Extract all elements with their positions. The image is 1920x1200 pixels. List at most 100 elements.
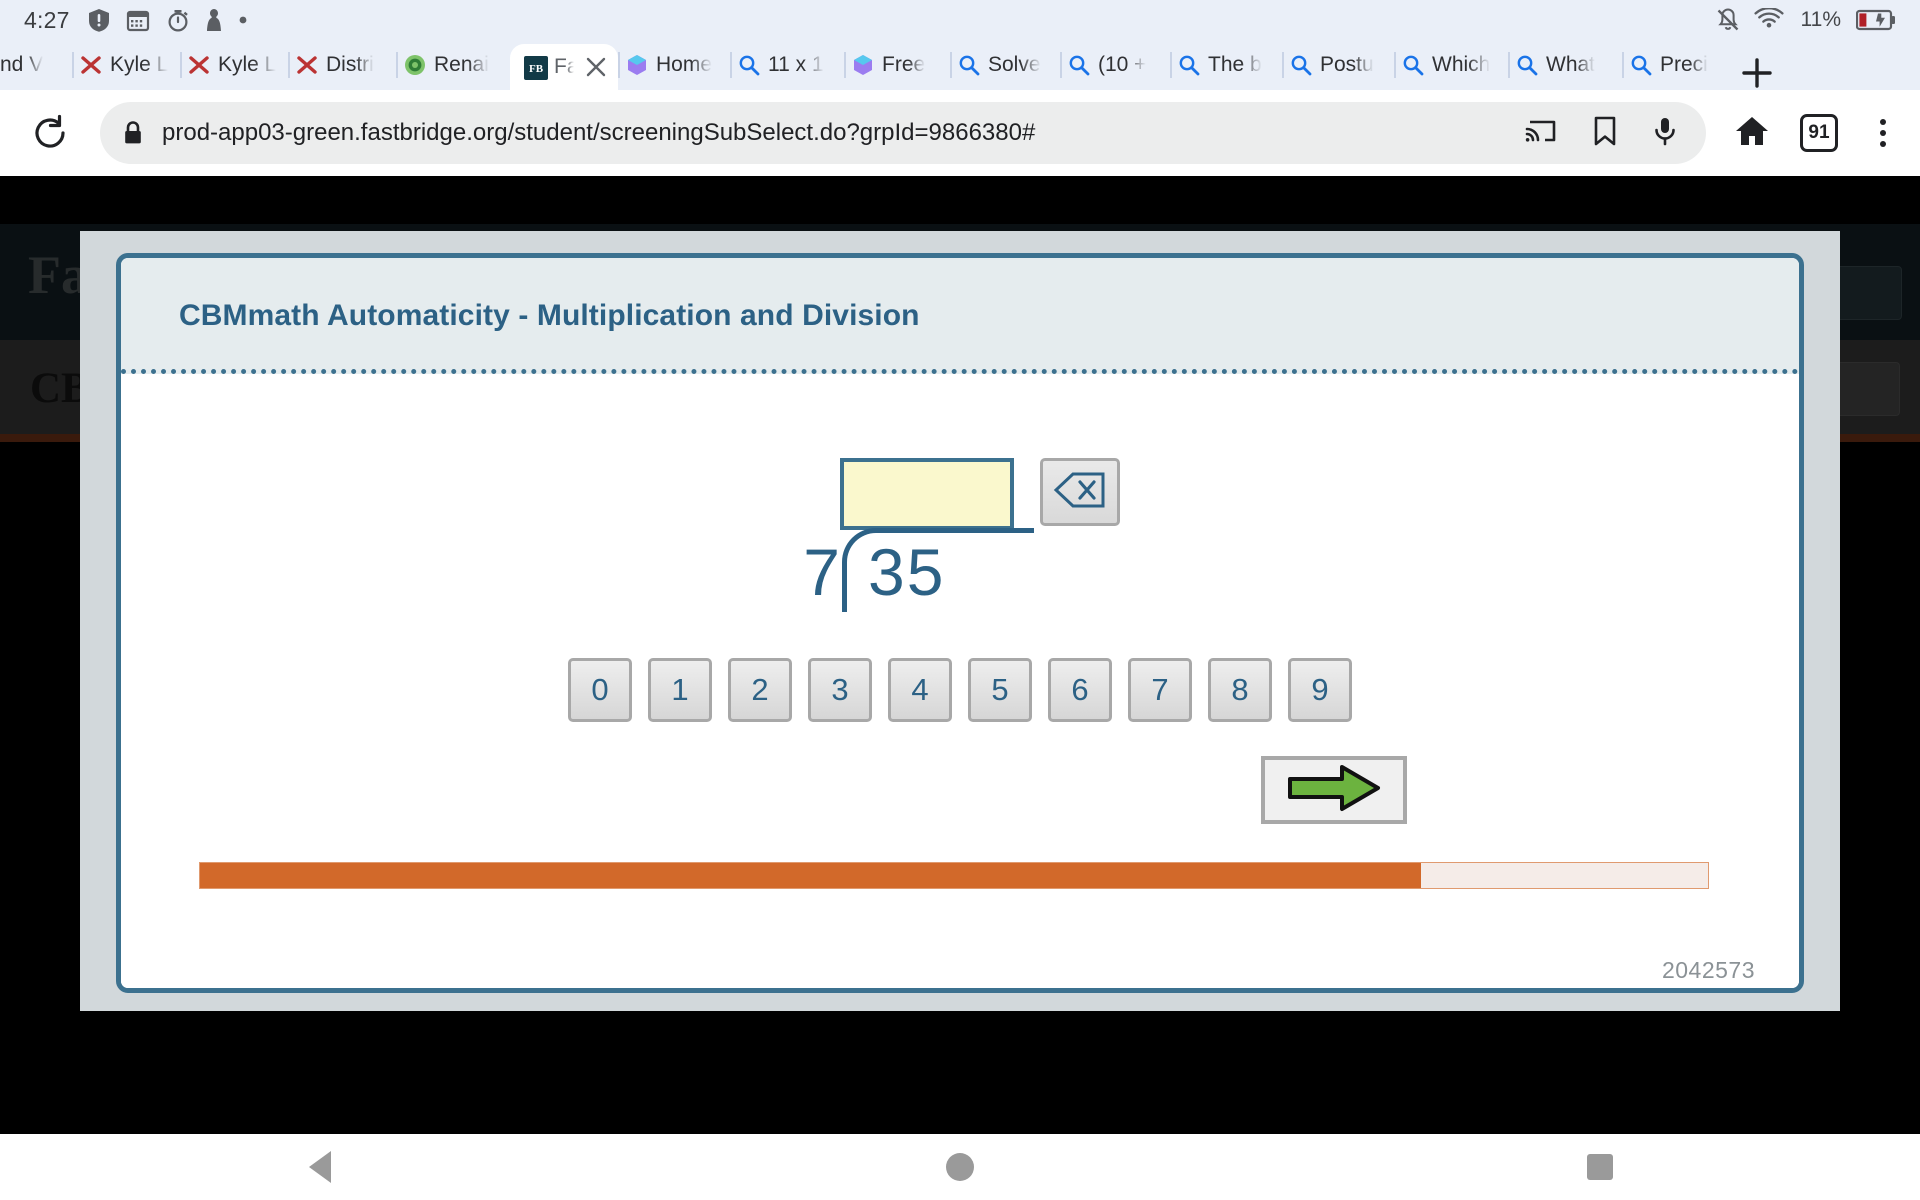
copilot-icon	[852, 54, 874, 76]
microphone-icon[interactable]	[1652, 115, 1678, 152]
key-1[interactable]: 1	[648, 658, 712, 722]
green-right-arrow-icon	[1286, 763, 1382, 818]
backspace-button[interactable]	[1040, 458, 1120, 526]
recents-nav-icon[interactable]	[1280, 1154, 1920, 1180]
tab-item-fastbridge-active[interactable]: FB Fa	[510, 44, 618, 90]
toolbar-actions: 91	[1734, 114, 1898, 153]
tab-item-postu[interactable]: Postu	[1284, 40, 1394, 90]
key-6[interactable]: 6	[1048, 658, 1112, 722]
battery-charging-icon	[1855, 9, 1896, 31]
search-icon	[1290, 54, 1312, 76]
answer-row	[800, 458, 1120, 530]
tab-label: (10 +	[1098, 53, 1147, 76]
tab-item-district[interactable]: Distri	[290, 40, 396, 90]
svg-text:FB: FB	[529, 63, 544, 75]
tab-switcher[interactable]: 91	[1800, 114, 1838, 152]
key-5[interactable]: 5	[968, 658, 1032, 722]
modal-body: 7 35 0 1 2 3 4 5 6 7 8 9 2042573	[121, 374, 1799, 988]
battery-percent-label: 11%	[1800, 8, 1841, 31]
tab-item-which[interactable]: Which	[1396, 40, 1508, 90]
backspace-icon	[1053, 471, 1107, 514]
tab-item-what[interactable]: What	[1510, 40, 1622, 90]
close-icon[interactable]	[584, 55, 608, 79]
x-logo-icon	[188, 54, 210, 76]
key-4[interactable]: 4	[888, 658, 952, 722]
tab-label: Free	[882, 53, 926, 76]
browser-tab-strip[interactable]: nd V Kyle L Kyle L Distri Renai FB Fa Ho…	[0, 40, 1920, 90]
key-2[interactable]: 2	[728, 658, 792, 722]
android-nav-bar[interactable]	[0, 1134, 1920, 1200]
tab-item-kyle-1[interactable]: Kyle L	[74, 40, 180, 90]
next-button[interactable]	[1261, 756, 1407, 824]
tab-label: Fa	[554, 55, 574, 78]
dividend-value: 35	[868, 535, 946, 609]
tab-label: Solve	[988, 53, 1041, 76]
renaissance-icon	[404, 54, 426, 76]
cast-icon[interactable]	[1524, 116, 1558, 151]
omnibox-actions	[1524, 115, 1688, 152]
tab-item-free[interactable]: Free	[846, 40, 950, 90]
x-logo-icon	[80, 54, 102, 76]
tab-item-preci[interactable]: Preci	[1624, 40, 1730, 90]
tab-label: What	[1546, 53, 1596, 76]
key-8[interactable]: 8	[1208, 658, 1272, 722]
new-tab-button[interactable]	[1730, 56, 1784, 90]
divisor-value: 7	[803, 535, 840, 609]
wifi-icon	[1753, 7, 1784, 32]
key-0[interactable]: 0	[568, 658, 632, 722]
address-bar[interactable]: prod-app03-green.fastbridge.org/student/…	[100, 102, 1706, 164]
progress-bar	[199, 862, 1709, 889]
tab-item-11x1[interactable]: 11 x 1	[732, 40, 844, 90]
tab-item-10plus[interactable]: (10 +	[1062, 40, 1170, 90]
search-icon	[1516, 54, 1538, 76]
site-logo-dimmed: Fa	[28, 245, 88, 305]
answer-input[interactable]	[840, 458, 1015, 530]
long-division-problem: 7 35	[800, 458, 1120, 628]
modal-header: CBMmath Automaticity - Multiplication an…	[121, 258, 1799, 374]
key-3[interactable]: 3	[808, 658, 872, 722]
record-id: 2042573	[1661, 957, 1755, 983]
page-title: CBMmath Automaticity - Multiplication an…	[179, 299, 920, 332]
division-figure: 7 35	[800, 528, 1120, 628]
search-icon	[1402, 54, 1424, 76]
home-nav-icon[interactable]	[640, 1153, 1280, 1181]
screen-root: 4:27 11% nd V Kyle L Kyle L Distri Renai…	[0, 0, 1920, 1200]
search-icon	[958, 54, 980, 76]
tab-item-theb[interactable]: The b	[1172, 40, 1282, 90]
progress-fill	[200, 863, 1422, 888]
tab-label: nd V	[0, 53, 44, 76]
tab-item-home[interactable]: Home	[620, 40, 730, 90]
problem-area: 7 35	[121, 458, 1799, 628]
android-status-bar: 4:27 11%	[0, 0, 1920, 40]
search-icon	[738, 54, 760, 76]
person-icon	[206, 8, 222, 32]
copilot-icon	[626, 54, 648, 76]
menu-icon[interactable]	[1868, 119, 1898, 147]
tab-item-kyle-2[interactable]: Kyle L	[182, 40, 288, 90]
home-icon[interactable]	[1734, 114, 1770, 153]
number-keypad[interactable]: 0 1 2 3 4 5 6 7 8 9	[121, 658, 1799, 722]
tab-label: Kyle L	[218, 53, 277, 76]
bookmark-icon[interactable]	[1592, 115, 1618, 152]
tab-label: Distri	[326, 53, 374, 76]
tab-item[interactable]: nd V	[0, 40, 72, 90]
search-icon	[1630, 54, 1652, 76]
search-icon	[1068, 54, 1090, 76]
x-logo-icon	[296, 54, 318, 76]
key-9[interactable]: 9	[1288, 658, 1352, 722]
stopwatch-icon	[166, 8, 190, 32]
tab-label: Renai	[434, 53, 489, 76]
shield-alert-icon	[88, 8, 110, 32]
reload-icon[interactable]	[22, 105, 78, 161]
back-nav-icon[interactable]	[0, 1151, 640, 1183]
tab-item-solve[interactable]: Solve	[952, 40, 1060, 90]
assessment-modal: CBMmath Automaticity - Multiplication an…	[80, 231, 1840, 1011]
tab-label: Kyle L	[110, 53, 169, 76]
search-icon	[1178, 54, 1200, 76]
tab-item-renaissance[interactable]: Renai	[398, 40, 510, 90]
status-clock: 4:27	[24, 6, 70, 33]
key-7[interactable]: 7	[1128, 658, 1192, 722]
status-right-icons: 11%	[1715, 7, 1896, 33]
status-left-icons	[88, 8, 248, 32]
dot-icon	[238, 15, 248, 25]
